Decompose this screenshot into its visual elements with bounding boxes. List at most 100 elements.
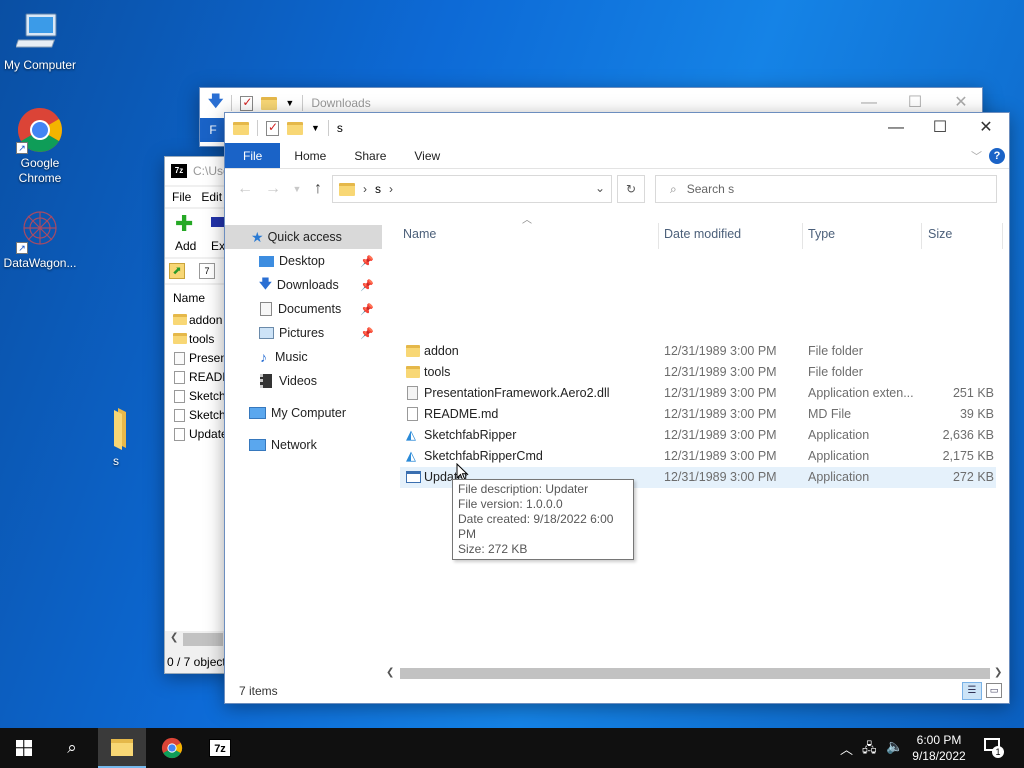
scrollbar-thumb[interactable]	[400, 668, 990, 679]
address-history-chevron-icon[interactable]: ⌄	[595, 181, 605, 195]
file-name: README.md	[424, 407, 499, 421]
computer-icon	[15, 8, 64, 56]
7z-path-icon: 7	[199, 263, 215, 279]
search-button[interactable]: ⌕	[48, 728, 96, 768]
column-header-type[interactable]: Type	[808, 227, 835, 241]
up-folder-icon[interactable]: ⬈	[169, 263, 185, 279]
datawagon-icon: ↗	[16, 206, 64, 254]
minimize-button[interactable]: —	[873, 113, 919, 143]
maximize-button[interactable]: ☐	[917, 113, 963, 143]
up-arrow-icon[interactable]: ↑	[306, 175, 330, 203]
chevron-down-icon[interactable]: ▼	[311, 123, 320, 133]
file-date: 12/31/1989 3:00 PM	[664, 449, 777, 463]
back-arrow-icon[interactable]: ←	[233, 175, 257, 203]
table-row[interactable]: tools 12/31/1989 3:00 PM File folder	[400, 362, 996, 383]
tab-file[interactable]: F	[200, 118, 226, 142]
desktop-icon-my-computer[interactable]: My Computer	[0, 8, 80, 73]
list-item-label: Sketch	[189, 408, 226, 422]
sidebar-item-my-computer[interactable]: My Computer	[225, 401, 382, 425]
scroll-right-icon[interactable]: ❯	[994, 667, 1002, 678]
tooltip-line: File description: Updater	[458, 482, 589, 496]
sidebar-item-quick-access[interactable]: ★ Quick access	[225, 225, 382, 249]
breadcrumb[interactable]: s	[375, 182, 381, 196]
column-header-size[interactable]: Size	[928, 227, 952, 241]
sidebar-item-pictures[interactable]: Pictures 📌	[225, 321, 382, 345]
explorer-window[interactable]: ▼ s — ☐ ✕ File Home Share View ﹀ ? ← → ▼…	[224, 112, 1010, 704]
table-row[interactable]: ◭ SketchfabRipper 12/31/1989 3:00 PM App…	[400, 425, 996, 446]
expand-ribbon-icon[interactable]: ﹀	[971, 148, 982, 164]
taskbar-chrome[interactable]	[148, 728, 196, 768]
file-type: MD File	[808, 407, 852, 421]
scrollbar-thumb[interactable]	[183, 633, 223, 646]
sidebar-item-documents[interactable]: Documents 📌	[225, 297, 382, 321]
address-bar[interactable]: › s › ⌄	[332, 175, 612, 203]
new-folder-icon[interactable]	[287, 121, 303, 135]
shortcut-arrow-icon: ↗	[16, 242, 28, 254]
close-button[interactable]: ✕	[963, 113, 1009, 143]
taskbar-file-explorer[interactable]	[98, 728, 146, 768]
volume-icon[interactable]: 🔈	[886, 738, 903, 755]
sidebar-item-videos[interactable]: Videos	[225, 369, 382, 393]
file-list[interactable]: ︿ Name Date modified Type Size addon 12/…	[382, 207, 1009, 682]
shortcut-arrow-icon: ↗	[16, 142, 28, 154]
chevron-down-icon[interactable]: ▼	[285, 98, 294, 108]
desktop-icon-google-chrome[interactable]: ↗ Google Chrome	[0, 106, 80, 186]
search-input[interactable]: ⌕ Search s	[655, 175, 997, 203]
forward-arrow-icon[interactable]: →	[261, 175, 285, 203]
explorer-titlebar[interactable]: ▼ s — ☐ ✕	[225, 113, 1009, 143]
scroll-left-icon[interactable]: ❮	[386, 667, 394, 678]
table-row[interactable]: addon 12/31/1989 3:00 PM File folder	[400, 341, 996, 362]
desktop-icon-s-folder[interactable]: s	[76, 404, 156, 469]
folder-icon	[173, 314, 187, 325]
column-header-name[interactable]: Name	[403, 227, 436, 241]
pin-icon: 📌	[360, 303, 374, 316]
sidebar-item-desktop[interactable]: Desktop 📌	[225, 249, 382, 273]
refresh-button[interactable]: ↻	[617, 175, 645, 203]
properties-icon[interactable]	[240, 95, 254, 111]
properties-icon[interactable]	[266, 120, 279, 136]
add-button-label[interactable]: Add	[175, 239, 196, 253]
7zip-icon: 7z	[171, 164, 187, 178]
chrome-icon: ↗	[16, 106, 64, 154]
sidebar-item-label: Pictures	[279, 326, 325, 340]
show-hidden-icons-icon[interactable]: ︿	[840, 739, 853, 758]
folder-icon	[233, 121, 249, 135]
file-type: File folder	[808, 365, 863, 379]
menu-file[interactable]: File	[172, 187, 191, 207]
sidebar-item-downloads[interactable]: 🡇 Downloads 📌	[225, 273, 382, 297]
tab-view[interactable]: View	[400, 143, 454, 168]
file-name: tools	[424, 365, 451, 379]
menu-edit[interactable]: Edit	[201, 187, 222, 207]
dll-icon	[407, 386, 418, 400]
sidebar-item-label: Documents	[278, 302, 342, 316]
sidebar-item-music[interactable]: ♪ Music	[225, 345, 382, 369]
new-folder-icon[interactable]	[261, 96, 278, 110]
search-placeholder: Search s	[686, 182, 735, 196]
pin-icon: 📌	[360, 327, 374, 340]
sidebar-item-network[interactable]: Network	[225, 433, 382, 457]
document-icon	[174, 390, 185, 403]
desktop-icon-datawagon[interactable]: ↗ DataWagon...	[0, 206, 80, 271]
network-status-icon[interactable]: 🖧	[862, 739, 877, 761]
table-row[interactable]: ◭ SketchfabRipperCmd 12/31/1989 3:00 PM …	[400, 446, 996, 467]
clock[interactable]: 6:00 PM 9/18/2022	[906, 732, 972, 764]
file-name: addon	[424, 344, 459, 358]
large-icons-view-icon[interactable]: ▭	[986, 683, 1002, 698]
table-row[interactable]: README.md 12/31/1989 3:00 PM MD File 39 …	[400, 404, 996, 425]
start-button[interactable]	[0, 728, 48, 768]
network-icon	[249, 439, 266, 451]
tab-share[interactable]: Share	[340, 143, 400, 168]
windows-logo-icon	[16, 740, 32, 756]
help-icon[interactable]: ?	[989, 148, 1005, 164]
tab-file[interactable]: File	[225, 143, 281, 168]
file-explorer-icon	[111, 738, 133, 756]
file-type: Application	[808, 449, 870, 463]
tab-home[interactable]: Home	[280, 143, 340, 168]
details-view-icon[interactable]: ☰	[962, 682, 982, 700]
scroll-left-icon[interactable]: ❮	[170, 632, 178, 643]
column-header-name[interactable]: Name	[173, 291, 205, 305]
taskbar-7zip[interactable]: 7z	[196, 728, 244, 768]
table-row[interactable]: PresentationFramework.Aero2.dll 12/31/19…	[400, 383, 996, 404]
action-center-button[interactable]: 1	[982, 738, 1004, 758]
column-header-date[interactable]: Date modified	[664, 227, 741, 241]
